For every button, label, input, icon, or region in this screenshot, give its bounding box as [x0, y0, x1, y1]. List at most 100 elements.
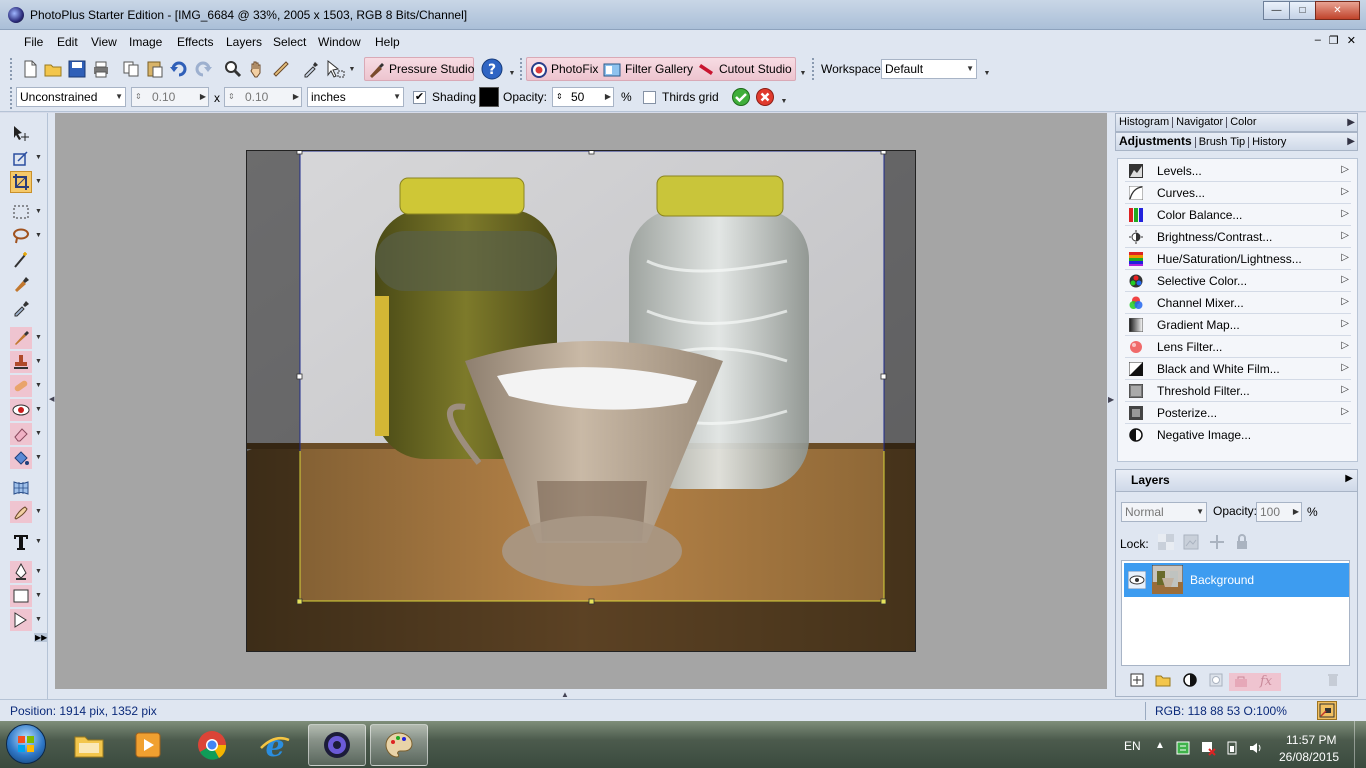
eraser-tool[interactable] — [10, 423, 32, 445]
lock-pixels-icon[interactable] — [1183, 534, 1199, 550]
undo-icon[interactable] — [169, 59, 189, 79]
crop-width-field[interactable]: ⇕ 0.10 ▶ — [131, 87, 209, 107]
tool-flyout-arrow[interactable]: ▼ — [35, 334, 42, 341]
panel-menu-icon[interactable]: ▶ — [1347, 133, 1355, 150]
menu-view[interactable]: View — [91, 35, 117, 49]
open-folder-icon[interactable] — [43, 59, 63, 79]
doc-minimize-button[interactable]: – — [1315, 34, 1321, 47]
menu-image[interactable]: Image — [129, 35, 162, 49]
tab-navigator[interactable]: Navigator — [1173, 114, 1226, 131]
new-file-icon[interactable] — [20, 59, 40, 79]
patch-tool[interactable] — [10, 375, 32, 397]
input-language[interactable]: EN — [1124, 739, 1141, 753]
smudge-tool[interactable] — [10, 501, 32, 523]
bottom-splitter[interactable]: ▲ — [55, 689, 1107, 699]
tab-adjustments[interactable]: Adjustments — [1116, 133, 1195, 150]
crop-height-field[interactable]: ⇕ 0.10 ▶ — [224, 87, 302, 107]
tool-flyout-arrow[interactable]: ▼ — [35, 208, 42, 215]
toolbar-grip[interactable] — [812, 58, 816, 80]
tool-flyout-arrow[interactable]: ▼ — [35, 154, 42, 161]
adjustment-channel-mixer[interactable]: Channel Mixer... ▷ — [1125, 292, 1351, 314]
adjustment-gradient-map[interactable]: Gradient Map... ▷ — [1125, 314, 1351, 336]
ruler-icon[interactable] — [271, 59, 291, 79]
lasso-tool[interactable] — [10, 225, 32, 247]
adjustment-selective-color[interactable]: Selective Color... ▷ — [1125, 270, 1351, 292]
start-button[interactable] — [6, 724, 46, 764]
shading-checkbox[interactable]: ✔ — [413, 91, 426, 104]
tray-battery-icon[interactable] — [1175, 740, 1191, 756]
new-layer-button[interactable] — [1128, 673, 1146, 691]
adjustment-hue-saturation[interactable]: Hue/Saturation/Lightness... ▷ — [1125, 248, 1351, 270]
panel-menu-icon[interactable]: ▶ — [1347, 114, 1355, 131]
deform-tool[interactable] — [10, 147, 32, 169]
adjustment-negative-image[interactable]: Negative Image... — [1125, 424, 1351, 446]
taskbar-photoplus[interactable] — [308, 724, 366, 766]
tray-volume-icon[interactable] — [1248, 740, 1264, 756]
filter-gallery-button[interactable]: Filter Gallery — [625, 58, 693, 80]
shape-tool[interactable] — [10, 585, 32, 607]
layer-row-background[interactable]: Background — [1124, 563, 1349, 597]
print-icon[interactable] — [91, 59, 111, 79]
doc-restore-button[interactable]: ❐ — [1329, 34, 1339, 47]
node-edit-tool[interactable] — [10, 609, 32, 631]
crop-tool[interactable] — [10, 171, 32, 193]
tool-flyout-arrow[interactable]: ▼ — [35, 178, 42, 185]
tab-brush-tip[interactable]: Brush Tip — [1196, 134, 1248, 151]
mesh-warp-tool[interactable] — [10, 477, 32, 499]
taskbar-clock-time[interactable]: 11:57 PM — [1286, 733, 1336, 747]
units-select[interactable]: inches ▼ — [307, 87, 404, 107]
left-splitter[interactable]: ◀ — [48, 113, 55, 699]
context-toolbar-overflow-arrow[interactable]: ▼ — [779, 95, 789, 109]
tool-flyout-arrow[interactable]: ▼ — [35, 568, 42, 575]
cutout-studio-button[interactable]: Cutout Studio — [719, 58, 792, 80]
workspace-select[interactable]: Default ▼ — [881, 59, 977, 79]
menu-help[interactable]: Help — [375, 35, 400, 49]
layers-menu-icon[interactable]: ▶ — [1345, 473, 1353, 484]
tool-flyout-arrow[interactable]: ▼ — [35, 232, 42, 239]
new-adjustment-layer-button[interactable] — [1181, 673, 1199, 691]
hand-pan-icon[interactable] — [247, 59, 267, 79]
move-tool[interactable] — [10, 122, 32, 144]
tool-flyout-arrow[interactable]: ▼ — [35, 406, 42, 413]
tool-flyout-arrow[interactable]: ▼ — [35, 508, 42, 515]
close-button[interactable]: ✕ — [1315, 1, 1360, 20]
color-pickup-tool[interactable] — [10, 297, 32, 319]
adjustment-threshold-filter[interactable]: Threshold Filter... ▷ — [1125, 380, 1351, 402]
workspace-overflow-arrow[interactable]: ▼ — [982, 67, 992, 81]
paintbrush-tool[interactable] — [10, 327, 32, 349]
tool-flyout-arrow[interactable]: ▼ — [35, 430, 42, 437]
expand-toolbar-icon[interactable]: ▶▶ — [34, 633, 49, 642]
menu-edit[interactable]: Edit — [57, 35, 78, 49]
adjustment-lens-filter[interactable]: Lens Filter... ▷ — [1125, 336, 1351, 358]
red-eye-tool[interactable] — [10, 399, 32, 421]
adjustment-black-and-white-film[interactable]: Black and White Film... ▷ — [1125, 358, 1351, 380]
toolbar-grip[interactable] — [10, 58, 14, 80]
menu-select[interactable]: Select — [273, 35, 306, 49]
taskbar-internet-explorer[interactable]: e — [246, 724, 304, 766]
fill-tool[interactable] — [10, 447, 32, 469]
tool-flyout-arrow[interactable]: ▼ — [35, 358, 42, 365]
toolbar-grip[interactable] — [520, 58, 524, 80]
rectangle-selection-tool[interactable] — [10, 201, 32, 223]
tab-histogram[interactable]: Histogram — [1116, 114, 1172, 131]
paste-icon[interactable] — [145, 59, 165, 79]
taskbar-paint[interactable] — [370, 724, 428, 766]
adjustment-posterize[interactable]: Posterize... ▷ — [1125, 402, 1351, 424]
height-spinner-icon[interactable]: ⇕ — [228, 88, 235, 106]
width-spinner-icon[interactable]: ⇕ — [135, 88, 142, 106]
navigator-popup-button[interactable] — [1317, 701, 1337, 720]
pen-tool[interactable] — [10, 561, 32, 583]
tool-flyout-arrow[interactable]: ▼ — [35, 616, 42, 623]
collapse-left-icon[interactable]: ◀ — [49, 395, 54, 415]
lock-all-icon[interactable] — [1234, 534, 1250, 550]
tab-color[interactable]: Color — [1227, 114, 1259, 131]
cancel-crop-icon[interactable] — [755, 87, 775, 107]
collapse-bottom-icon[interactable]: ▲ — [561, 690, 569, 699]
blend-mode-select[interactable]: Normal ▼ — [1121, 502, 1207, 522]
taskbar-file-explorer[interactable] — [60, 724, 118, 766]
shading-color-swatch[interactable] — [479, 87, 499, 107]
save-icon[interactable] — [67, 59, 87, 79]
commit-crop-check-icon[interactable] — [731, 87, 751, 107]
taskbar-chrome[interactable] — [183, 724, 241, 766]
adjustment-curves[interactable]: Curves... ▷ — [1125, 182, 1351, 204]
